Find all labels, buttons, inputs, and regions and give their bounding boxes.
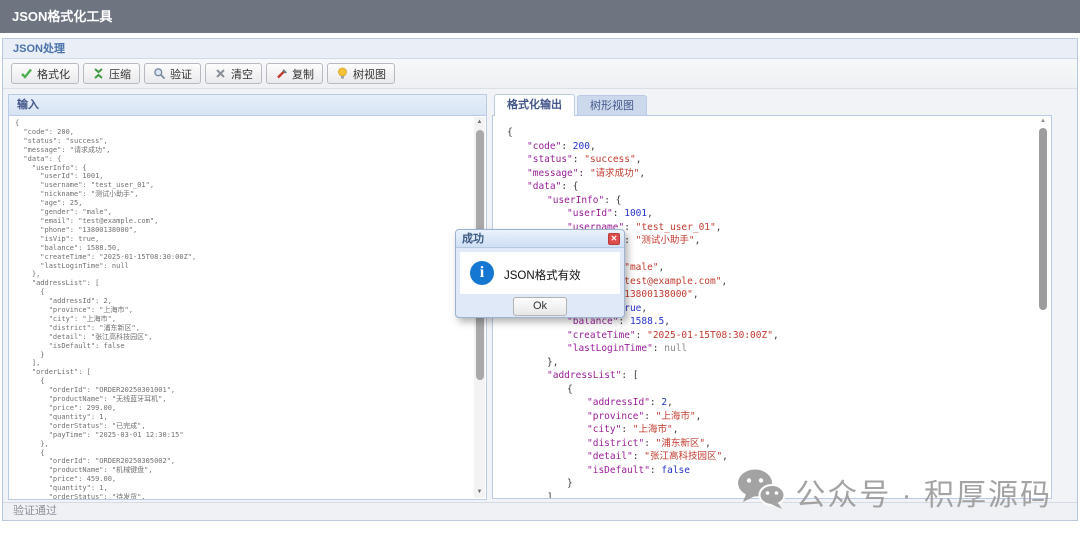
json-output-line: "message": "请求成功", bbox=[507, 167, 1033, 181]
json-output-line: }, bbox=[507, 356, 1033, 370]
dialog-message: JSON格式有效 bbox=[504, 267, 581, 283]
wechat-icon bbox=[737, 468, 785, 515]
json-output-line: "code": 200, bbox=[507, 140, 1033, 154]
json-output-line: "province": "上海市", bbox=[507, 410, 1033, 424]
ok-button[interactable]: Ok bbox=[513, 297, 567, 316]
button-label: 复制 bbox=[292, 66, 314, 82]
dialog-body: i JSON格式有效 bbox=[460, 252, 620, 294]
button-label: 验证 bbox=[170, 66, 192, 82]
compress-icon bbox=[92, 67, 105, 80]
copy-brush-icon bbox=[275, 67, 288, 80]
output-tabs: 格式化输出树形视图 bbox=[492, 94, 1052, 116]
scroll-up-icon[interactable]: ▲ bbox=[474, 117, 485, 128]
window-title: JSON格式化工具 bbox=[0, 0, 1080, 33]
treeview-button[interactable]: 树视图 bbox=[327, 63, 395, 84]
copy-button[interactable]: 复制 bbox=[266, 63, 323, 84]
check-icon bbox=[20, 67, 33, 80]
input-body[interactable]: { "code": 200, "status": "success", "mes… bbox=[9, 116, 486, 499]
clear-button[interactable]: 清空 bbox=[205, 63, 262, 84]
json-output-line: "createTime": "2025-01-15T08:30:00Z", bbox=[507, 329, 1033, 343]
json-output-line: "lastLoginTime": null bbox=[507, 342, 1033, 356]
json-output-line: "userInfo": { bbox=[507, 194, 1033, 208]
bulb-icon bbox=[336, 67, 349, 80]
json-output-line: "district": "浦东新区", bbox=[507, 437, 1033, 451]
format-button[interactable]: 格式化 bbox=[11, 63, 79, 84]
json-output-line: "status": "success", bbox=[507, 153, 1033, 167]
tab-formatted-output[interactable]: 格式化输出 bbox=[494, 94, 575, 116]
info-icon: i bbox=[470, 261, 494, 285]
scroll-down-icon[interactable]: ▼ bbox=[474, 487, 485, 498]
success-dialog: 成功 ✕ i JSON格式有效 Ok bbox=[455, 229, 625, 318]
input-panel: 输入 { "code": 200, "status": "success", "… bbox=[8, 94, 487, 500]
toolbar: 格式化 压缩 验证 清空 复制 树视图 bbox=[3, 59, 1077, 89]
json-output-line: "addressId": 2, bbox=[507, 396, 1033, 410]
compress-button[interactable]: 压缩 bbox=[83, 63, 140, 84]
input-panel-title: 输入 bbox=[9, 95, 486, 116]
button-label: 压缩 bbox=[109, 66, 131, 82]
json-output-line: "city": "上海市", bbox=[507, 423, 1033, 437]
json-output-line: { bbox=[507, 126, 1033, 140]
dialog-footer: Ok bbox=[456, 294, 624, 318]
panel-header: JSON处理 bbox=[3, 39, 1077, 59]
close-icon[interactable]: ✕ bbox=[608, 233, 620, 245]
json-input-textarea[interactable]: { "code": 200, "status": "success", "mes… bbox=[15, 119, 470, 499]
button-label: 格式化 bbox=[37, 66, 70, 82]
scroll-up-icon[interactable]: ▲ bbox=[1038, 118, 1048, 124]
button-label: 树视图 bbox=[353, 66, 386, 82]
json-output-line: "userId": 1001, bbox=[507, 207, 1033, 221]
tab-tree-view[interactable]: 树形视图 bbox=[577, 95, 647, 116]
dialog-title: 成功 bbox=[462, 233, 484, 245]
json-output-line: "addressList": [ bbox=[507, 369, 1033, 383]
watermark-text: 公众号 · 积厚源码 bbox=[795, 470, 1052, 514]
validate-button[interactable]: 验证 bbox=[144, 63, 201, 84]
button-label: 清空 bbox=[231, 66, 253, 82]
watermark: 公众号 · 积厚源码 bbox=[737, 468, 1052, 515]
output-scrollbar[interactable]: ▲ bbox=[1038, 118, 1048, 496]
json-output-line: "detail": "张江高科技园区", bbox=[507, 450, 1033, 464]
magnifier-icon bbox=[153, 67, 166, 80]
dialog-titlebar[interactable]: 成功 ✕ bbox=[456, 230, 624, 248]
clear-x-icon bbox=[214, 67, 227, 80]
json-output-line: "data": { bbox=[507, 180, 1033, 194]
json-output-line: { bbox=[507, 383, 1033, 397]
output-scroll-thumb[interactable] bbox=[1039, 128, 1047, 310]
